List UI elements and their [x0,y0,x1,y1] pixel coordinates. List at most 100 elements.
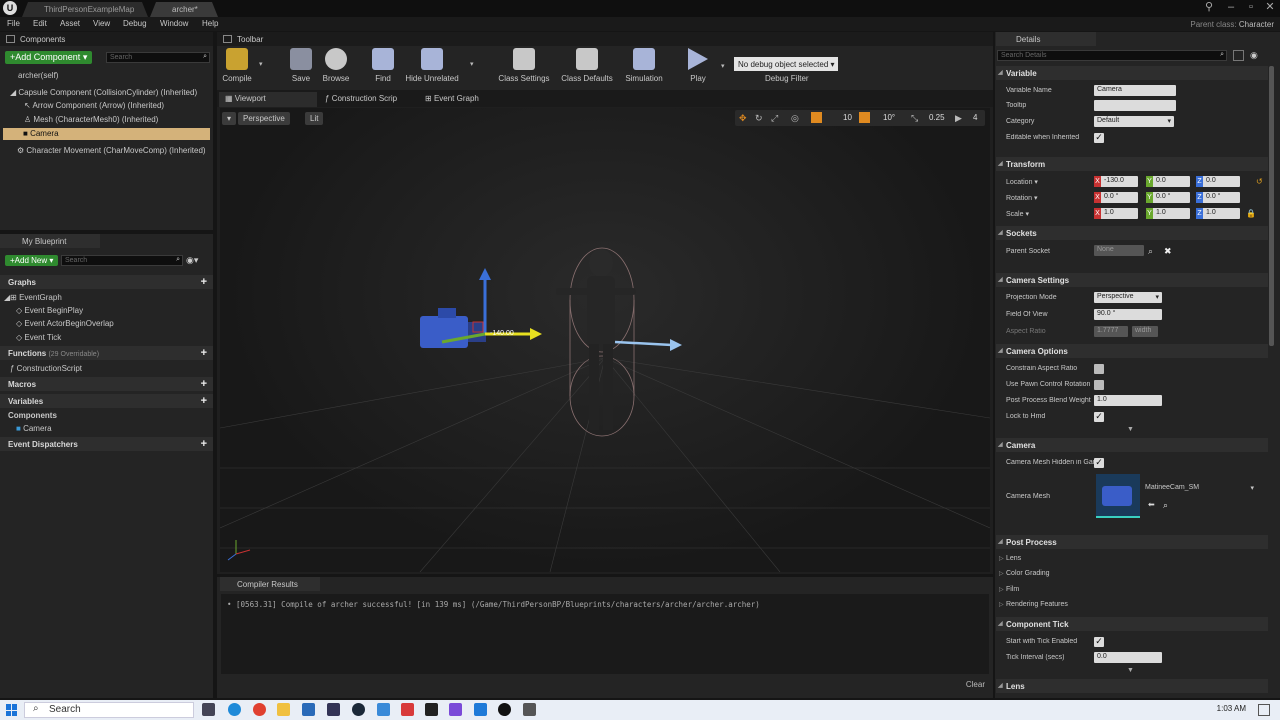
epic-games-icon[interactable] [425,703,438,716]
menu-debug[interactable]: Debug [123,19,147,28]
minimize-button[interactable]: – [1220,0,1242,17]
vscode-icon[interactable] [474,703,487,716]
app-icon-4[interactable] [523,703,536,716]
components-tab[interactable]: Components [0,32,213,46]
menu-help[interactable]: Help [202,19,218,28]
clear-icon[interactable]: ✖ [1164,246,1172,257]
camera-settings-section[interactable]: Camera Settings [996,273,1268,287]
tooltip-input[interactable] [1094,100,1176,111]
compiler-results-tab[interactable]: Compiler Results [220,577,320,591]
lit-button[interactable]: Lit [305,112,324,125]
app-icon-3[interactable] [449,703,462,716]
lock-icon[interactable]: 🔒 [1246,209,1256,218]
camera-speed-icon[interactable]: ▶ [955,113,962,124]
projection-mode-select[interactable]: Perspective ▾ [1094,292,1162,303]
clock[interactable]: 1:03 AM [1217,704,1246,713]
details-scrollbar[interactable] [1269,66,1274,346]
tab-map[interactable]: ThirdPersonExampleMap [22,2,148,17]
app-icon[interactable] [377,703,390,716]
components-search-input[interactable]: Search ⌕ [106,52,210,63]
scale-label[interactable]: Scale ▾ [1006,210,1094,218]
add-dispatcher-icon[interactable]: + [201,438,207,450]
blueprint-search-input[interactable]: Search ⌕ [61,255,183,266]
event-beginplay[interactable]: ◇ Event BeginPlay [16,306,83,315]
account-icon[interactable]: ⚲ [1198,0,1220,17]
component-capsule[interactable]: ◢ Capsule Component (CollisionCylinder) … [10,88,197,97]
scale-x-input[interactable]: X 1.0 [1094,208,1138,219]
event-overlap[interactable]: ◇ Event ActorBeginOverlap [16,319,114,328]
perspective-button[interactable]: Perspective [238,112,290,125]
location-x-input[interactable]: X -130.0 [1094,176,1138,187]
parent-socket-input[interactable]: None [1094,245,1144,256]
add-variable-icon[interactable]: + [201,395,207,407]
rotation-snap-value[interactable]: 10° [883,113,895,122]
scale-snap-value[interactable]: 0.25 [929,113,945,122]
expand-advanced-icon[interactable]: ▼ [1127,426,1134,433]
scale-z-input[interactable]: Z 1.0 [1196,208,1240,219]
menu-edit[interactable]: Edit [33,19,47,28]
task-view-icon[interactable] [202,703,215,716]
location-z-input[interactable]: Z 0.0 [1196,176,1240,187]
rotation-z-input[interactable]: Z 0.0 ° [1196,192,1240,203]
event-tick[interactable]: ◇ Event Tick [16,333,61,342]
hide-options-icon[interactable]: ▾ [470,60,474,68]
compile-button[interactable]: Compile [212,48,262,88]
rotation-label[interactable]: Rotation ▾ [1006,194,1094,202]
viewport-options-icon[interactable]: ▾ [222,112,237,125]
menu-file[interactable]: File [7,19,20,28]
tick-enabled-checkbox[interactable]: ✓ [1094,637,1104,647]
post-film[interactable]: Film [999,586,1019,593]
category-select[interactable]: Default ▾ [1094,116,1174,127]
play-options-icon[interactable]: ▾ [721,62,725,70]
property-matrix-icon[interactable] [1233,50,1244,61]
viewport-scene[interactable]: -140.00 [220,108,990,572]
chrome-icon[interactable] [253,703,266,716]
clear-button[interactable]: Clear [966,680,985,689]
scale-snap-icon[interactable]: ⤡ [911,113,918,124]
scale-y-input[interactable]: Y 1.0 [1146,208,1190,219]
view-options-icon[interactable]: ◉▾ [186,255,198,266]
lens-section[interactable]: Lens [996,679,1268,693]
expand-advanced-icon[interactable]: ▼ [1127,667,1134,674]
rotation-y-input[interactable]: Y 0.0 ° [1146,192,1190,203]
editable-inherited-checkbox[interactable]: ✓ [1094,133,1104,143]
rotation-snap-icon[interactable] [859,112,870,123]
menu-window[interactable]: Window [160,19,188,28]
fov-input[interactable]: 90.0 ° [1094,309,1162,320]
menu-asset[interactable]: Asset [60,19,80,28]
dispatchers-section[interactable]: Event Dispatchers + [0,437,213,451]
add-new-button[interactable]: +Add New ▾ [5,255,59,266]
tab-viewport[interactable]: ▦ Viewport [225,92,266,106]
details-search-input[interactable]: Search Details ⌕ [997,50,1227,61]
sockets-section[interactable]: Sockets [996,226,1268,240]
variables-section[interactable]: Variables + [0,394,213,408]
blend-weight-input[interactable]: 1.0 [1094,395,1162,406]
component-camera-row[interactable]: ■ Camera [3,128,210,140]
world-local-icon[interactable]: ◎ [791,113,799,124]
camera-mesh-thumbnail[interactable] [1096,474,1140,518]
use-selected-icon[interactable]: ⬅ [1148,500,1155,509]
component-arrow[interactable]: ↖ Arrow Component (Arrow) (Inherited) [24,101,164,110]
menu-view[interactable]: View [93,19,110,28]
component-tick-section[interactable]: Component Tick [996,617,1268,631]
post-rendering-features[interactable]: Rendering Features [999,601,1068,608]
tab-event-graph[interactable]: ⊞ Event Graph [425,92,479,106]
post-lens[interactable]: Lens [999,555,1021,562]
toolbar-tab[interactable]: Toolbar [217,32,993,46]
rotation-x-input[interactable]: X 0.0 ° [1094,192,1138,203]
add-function-icon[interactable]: + [201,347,207,359]
windows-start-icon[interactable] [6,704,18,716]
file-explorer-icon[interactable] [277,703,290,716]
compile-options-icon[interactable]: ▾ [259,60,263,68]
macros-section[interactable]: Macros + [0,377,213,391]
graphs-section[interactable]: Graphs + [0,275,213,289]
aspect-ratio-input[interactable]: 1.7777 [1094,326,1128,337]
camera-mesh-select[interactable]: MatineeCam_SM ▾ [1142,484,1256,495]
tick-interval-input[interactable]: 0.0 [1094,652,1162,663]
event-graph-item[interactable]: ◢⊞ EventGraph [4,293,62,302]
unreal-editor-icon[interactable] [498,703,511,716]
debug-object-select[interactable]: No debug object selected ▾ [734,57,838,71]
camera-options-section[interactable]: Camera Options [996,344,1268,358]
tab-construction-script[interactable]: ƒ Construction Scrip [325,92,397,106]
rotate-icon[interactable]: ↻ [755,113,763,124]
